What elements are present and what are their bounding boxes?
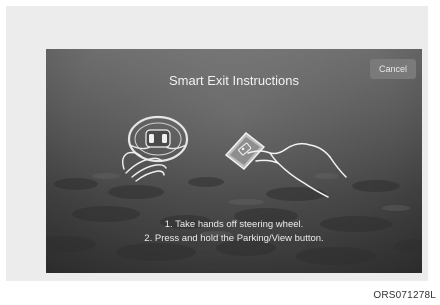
instruction-step-2: 2. Press and hold the Parking/View butto… [144,233,324,244]
instruction-list: 1. Take hands off steering wheel. 2. Pre… [46,218,422,246]
pressing-hand-icon [247,142,347,198]
smart-exit-dialog: Smart Exit Instructions Cancel 1. Take h… [46,49,422,273]
instruction-step-1: 1. Take hands off steering wheel. [164,219,304,230]
figure-frame: Smart Exit Instructions Cancel 1. Take h… [6,6,428,281]
hand-icon [121,151,167,182]
figure-code: ORS071278L [373,290,436,301]
